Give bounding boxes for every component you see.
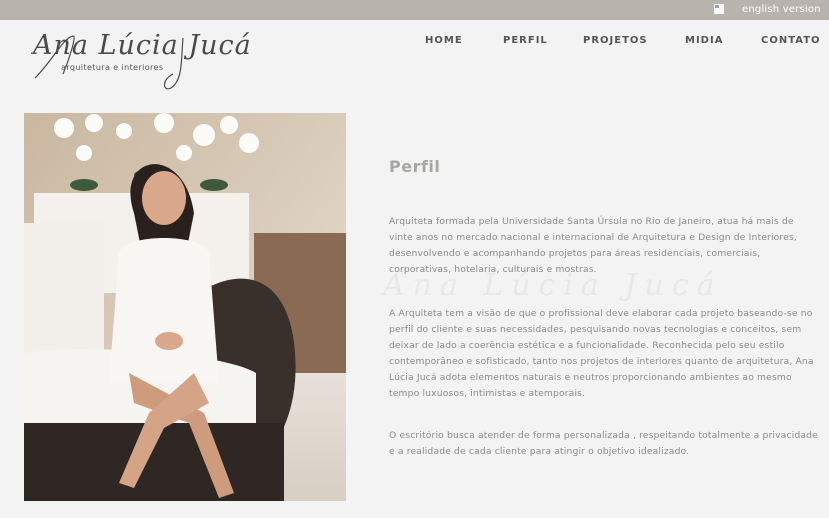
english-version-link[interactable]: english version: [742, 4, 821, 15]
bio-paragraph-3: O escritório busca atender de forma pers…: [389, 430, 818, 457]
page-title: Perfil: [389, 157, 441, 176]
nav-contato[interactable]: CONTATO: [761, 35, 821, 46]
logo-subtitle: arquitetura e interiores: [61, 63, 164, 72]
bio-paragraph-1: Arquiteta formada pela Universidade Sant…: [389, 216, 797, 275]
profile-photo: [24, 113, 346, 501]
top-bar: english version: [0, 0, 829, 20]
profile-photo-illustration: [24, 113, 346, 501]
uk-flag-icon[interactable]: [714, 4, 724, 14]
nav-perfil[interactable]: PERFIL: [503, 35, 548, 46]
nav-home[interactable]: HOME: [425, 35, 463, 46]
nav-midia[interactable]: MIDIA: [685, 35, 723, 46]
bio-paragraph-2: A Arquiteta tem a visão de que o profiss…: [389, 308, 814, 399]
nav-projetos[interactable]: PROJETOS: [583, 35, 648, 46]
main-nav: HOME PERFIL PROJETOS MIDIA CONTATO: [0, 35, 829, 49]
